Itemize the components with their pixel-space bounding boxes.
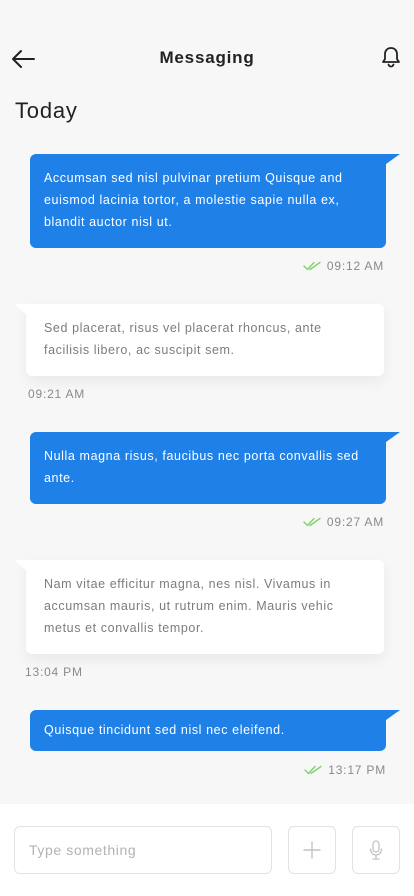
bell-icon (382, 47, 400, 68)
message-timestamp: 13:04 PM (25, 665, 83, 679)
message-received[interactable]: Sed placerat, risus vel placerat rhoncus… (14, 304, 384, 376)
message-composer (0, 804, 414, 896)
message-input[interactable] (14, 826, 272, 874)
message-time: 13:17 PM (328, 763, 386, 777)
double-check-icon (304, 765, 322, 775)
message-text: Nulla magna risus, faucibus nec porta co… (44, 449, 359, 485)
voice-button[interactable] (352, 826, 400, 874)
message-timestamp: 09:21 AM (28, 387, 85, 401)
message-timestamp: 09:12 AM (184, 259, 384, 273)
message-text: Sed placerat, risus vel placerat rhoncus… (44, 321, 322, 357)
messaging-screen: Messaging Today Accumsan sed nisl pulvin… (0, 0, 414, 896)
header: Messaging (0, 0, 414, 90)
message-timestamp: 09:27 AM (184, 515, 384, 529)
message-text: Quisque tincidunt sed nisl nec eleifend. (44, 723, 285, 737)
message-received[interactable]: Nam vitae efficitur magna, nes nisl. Viv… (14, 560, 384, 654)
message-text: Accumsan sed nisl pulvinar pretium Quisq… (44, 171, 343, 229)
message-time: 09:21 AM (28, 387, 86, 401)
message-sent[interactable]: Quisque tincidunt sed nisl nec eleifend. (30, 710, 400, 751)
date-heading: Today (15, 98, 78, 123)
message-timestamp: 13:17 PM (186, 763, 386, 777)
message-sent[interactable]: Accumsan sed nisl pulvinar pretium Quisq… (30, 154, 400, 248)
add-button[interactable] (288, 826, 336, 874)
message-sent[interactable]: Nulla magna risus, faucibus nec porta co… (30, 432, 400, 504)
double-check-icon (303, 517, 321, 527)
message-time: 13:04 PM (25, 665, 83, 679)
microphone-icon (369, 840, 383, 860)
double-check-icon (303, 261, 321, 271)
message-time: 09:27 AM (326, 515, 384, 529)
page-title: Messaging (159, 48, 255, 67)
plus-icon (303, 841, 321, 859)
message-text: Nam vitae efficitur magna, nes nisl. Viv… (44, 577, 334, 635)
notifications-button[interactable] (380, 45, 402, 69)
message-time: 09:12 AM (326, 259, 384, 273)
